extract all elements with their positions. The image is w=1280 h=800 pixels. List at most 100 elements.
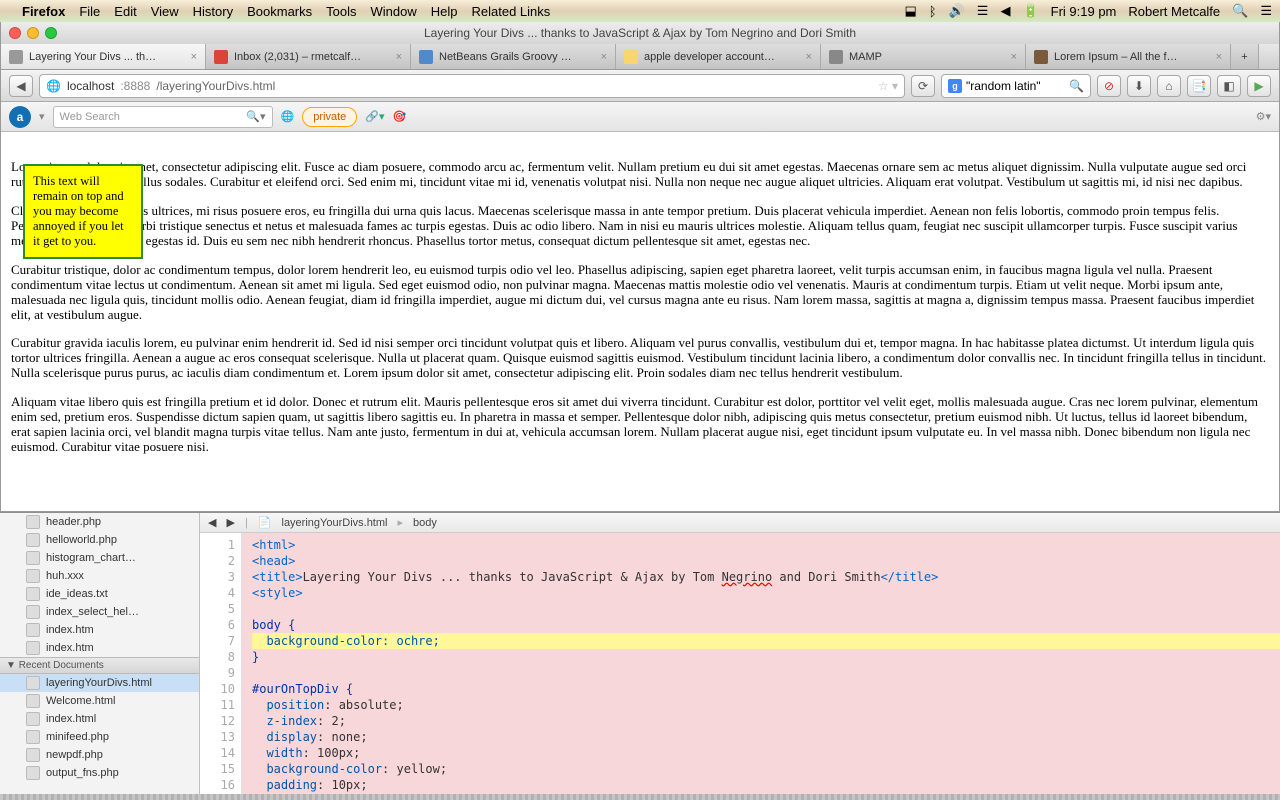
file-item[interactable]: header.php: [0, 513, 199, 531]
web-search-input[interactable]: Web Search 🔍▾: [53, 106, 273, 128]
file-label: layeringYourDivs.html: [46, 677, 152, 689]
menu-bookmarks[interactable]: Bookmarks: [247, 4, 312, 19]
close-tab-icon[interactable]: ×: [396, 51, 402, 63]
menu-window[interactable]: Window: [371, 4, 417, 19]
file-item[interactable]: huh.xxx: [0, 567, 199, 585]
file-item[interactable]: minifeed.php: [0, 728, 199, 746]
private-toggle[interactable]: private: [302, 107, 357, 127]
file-item[interactable]: index.htm: [0, 639, 199, 657]
abp-button[interactable]: ⊘: [1097, 75, 1121, 97]
file-label: helloworld.php: [46, 534, 117, 546]
tab-netbeans[interactable]: NetBeans Grails Groovy …×: [411, 44, 616, 69]
globe-badge-icon[interactable]: 🌐: [281, 110, 295, 123]
crumb-file[interactable]: layeringYourDivs.html: [282, 517, 388, 529]
file-icon: [26, 730, 40, 744]
close-window-button[interactable]: [9, 27, 21, 39]
target-icon[interactable]: 🎯: [392, 110, 406, 123]
file-item[interactable]: index.htm: [0, 621, 199, 639]
code-lines[interactable]: <html> <head> <title>Layering Your Divs …: [242, 533, 1280, 800]
tab-lorem-ipsum[interactable]: Lorem Ipsum – All the f…×: [1026, 44, 1231, 69]
new-tab-button[interactable]: +: [1231, 44, 1259, 69]
on-top-div: This text will remain on top and you may…: [23, 164, 143, 259]
code-editor: ◀ ▶ | 📄 layeringYourDivs.html ▸ body 1 2…: [200, 513, 1280, 800]
file-label: index.htm: [46, 642, 94, 654]
dropbox-icon[interactable]: ⬓: [905, 3, 917, 19]
file-item[interactable]: helloworld.php: [0, 531, 199, 549]
bluetooth-icon[interactable]: ᛒ: [929, 4, 937, 19]
globe-icon: 🌐: [46, 79, 61, 93]
code-area[interactable]: 1 2 3 4 5 6 7 8 9 10 11 12 13 14 15 16 <…: [200, 533, 1280, 800]
back-button[interactable]: ◀: [9, 75, 33, 97]
tab-label: MAMP: [849, 51, 882, 63]
tab-mamp[interactable]: MAMP ×: [821, 44, 1026, 69]
minimize-window-button[interactable]: [27, 27, 39, 39]
menu-help[interactable]: Help: [431, 4, 458, 19]
battery-icon[interactable]: 🔋: [1022, 3, 1038, 19]
page-body-text: Lorem ipsum dolor sit amet, consectetur …: [1, 154, 1279, 455]
apple-dev-icon: [624, 50, 638, 64]
tab-layering-divs[interactable]: Layering Your Divs ... th…×: [1, 44, 206, 69]
gear-icon[interactable]: ⚙▾: [1256, 110, 1271, 123]
tab-inbox[interactable]: Inbox (2,031) – rmetcalf… ×: [206, 44, 411, 69]
file-label: header.php: [46, 516, 101, 528]
file-item[interactable]: Welcome.html: [0, 692, 199, 710]
file-label: Welcome.html: [46, 695, 115, 707]
amazon-icon[interactable]: a: [9, 106, 31, 128]
bookmarks-button[interactable]: 📑: [1187, 75, 1211, 97]
search-icon[interactable]: 🔍▾: [246, 110, 265, 123]
menu-history[interactable]: History: [193, 4, 233, 19]
file-item[interactable]: index.html: [0, 710, 199, 728]
reload-button[interactable]: ⟳: [911, 75, 935, 97]
crumb-nav-next-icon[interactable]: ▶: [226, 516, 234, 529]
menu-file[interactable]: File: [79, 4, 100, 19]
close-tab-icon[interactable]: ×: [601, 51, 607, 63]
file-item[interactable]: newpdf.php: [0, 746, 199, 764]
file-icon: [26, 694, 40, 708]
search-box[interactable]: g "random latin" 🔍: [941, 74, 1091, 98]
url-host: localhost: [67, 79, 114, 93]
file-label: minifeed.php: [46, 731, 109, 743]
file-item[interactable]: ide_ideas.txt: [0, 585, 199, 603]
wifi-icon[interactable]: ☰: [977, 3, 989, 19]
amazon-dropdown-icon[interactable]: ▾: [39, 110, 45, 123]
zoom-window-button[interactable]: [45, 27, 57, 39]
close-tab-icon[interactable]: ×: [1216, 51, 1222, 63]
home-button[interactable]: ⌂: [1157, 75, 1181, 97]
sidebar-section[interactable]: ▼ Recent Documents: [0, 657, 199, 674]
tab-strip: Layering Your Divs ... th…× Inbox (2,031…: [1, 44, 1279, 70]
file-item[interactable]: histogram_chart…: [0, 549, 199, 567]
extension-button[interactable]: ◧: [1217, 75, 1241, 97]
page-viewport: Lorem ipsum dolor sit amet, consectetur …: [1, 154, 1279, 511]
clock[interactable]: Fri 9:19 pm: [1051, 4, 1117, 19]
file-icon: [26, 533, 40, 547]
file-item[interactable]: output_fns.php: [0, 764, 199, 782]
airport-icon[interactable]: ◀: [1000, 3, 1010, 19]
app-name[interactable]: Firefox: [22, 4, 65, 19]
file-icon: [26, 712, 40, 726]
link-extension-icon[interactable]: 🔗▾: [365, 110, 384, 123]
close-tab-icon[interactable]: ×: [1011, 51, 1017, 63]
user-name[interactable]: Robert Metcalfe: [1128, 4, 1220, 19]
menu-edit[interactable]: Edit: [114, 4, 136, 19]
forward-ext-button[interactable]: ▶: [1247, 75, 1271, 97]
menu-related-links[interactable]: Related Links: [472, 4, 551, 19]
close-tab-icon[interactable]: ×: [191, 51, 197, 63]
search-dropdown-icon[interactable]: 🔍: [1069, 79, 1084, 93]
volume-icon[interactable]: 🔊: [949, 3, 965, 19]
crumb-scope[interactable]: body: [413, 517, 437, 529]
file-label: index_select_hel…: [46, 606, 139, 618]
tab-label: Inbox (2,031) – rmetcalf…: [234, 51, 361, 63]
menu-view[interactable]: View: [151, 4, 179, 19]
spotlight-icon[interactable]: 🔍: [1232, 3, 1248, 19]
bookmark-star-icon[interactable]: ☆ ▾: [878, 79, 898, 93]
close-tab-icon[interactable]: ×: [806, 51, 812, 63]
menu-tools[interactable]: Tools: [326, 4, 356, 19]
notification-icon[interactable]: ☰: [1260, 3, 1272, 19]
tab-apple-dev[interactable]: apple developer account…×: [616, 44, 821, 69]
url-bar[interactable]: 🌐 localhost:8888/layeringYourDivs.html ☆…: [39, 74, 905, 98]
file-item[interactable]: index_select_hel…: [0, 603, 199, 621]
download-button[interactable]: ⬇: [1127, 75, 1151, 97]
file-label: ide_ideas.txt: [46, 588, 108, 600]
crumb-nav-prev-icon[interactable]: ◀: [208, 516, 216, 529]
file-item[interactable]: layeringYourDivs.html: [0, 674, 199, 692]
